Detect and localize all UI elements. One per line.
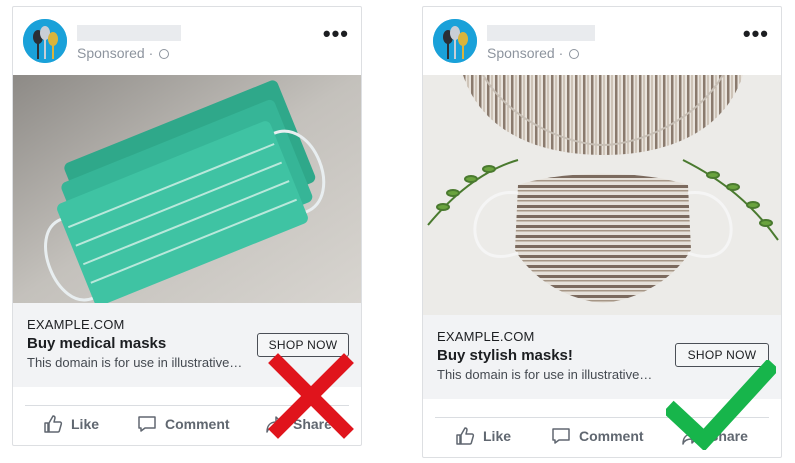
ad-image-stylish-masks[interactable]: [423, 75, 781, 315]
sponsored-label: Sponsored ·: [77, 45, 170, 61]
page-avatar[interactable]: [433, 19, 477, 63]
page-avatar[interactable]: [23, 19, 67, 63]
spoons-logo-icon: [433, 19, 477, 63]
comment-label: Comment: [165, 416, 230, 432]
comment-button[interactable]: Comment: [137, 406, 230, 442]
globe-icon: [569, 49, 580, 59]
ad-image-medical-masks[interactable]: [13, 75, 361, 303]
sponsored-label: Sponsored ·: [487, 45, 580, 61]
comment-bubble-icon: [552, 428, 570, 444]
spoons-logo-icon: [23, 19, 67, 63]
more-dots-icon[interactable]: •••: [323, 23, 349, 45]
green-check-icon: [666, 360, 776, 450]
like-label: Like: [483, 428, 512, 444]
like-label: Like: [71, 416, 100, 432]
thumbs-up-icon: [456, 427, 475, 445]
post-header: Sponsored · •••: [13, 7, 361, 75]
link-domain: EXAMPLE.COM: [27, 317, 125, 332]
link-description: This domain is for use in illustrative…: [27, 355, 243, 370]
link-headline: Buy medical masks: [27, 335, 167, 352]
link-headline: Buy stylish masks!: [437, 347, 573, 364]
like-button[interactable]: Like: [43, 406, 99, 442]
comment-label: Comment: [579, 428, 644, 444]
link-description: This domain is for use in illustrative…: [437, 367, 653, 382]
comment-bubble-icon: [138, 416, 156, 432]
link-domain: EXAMPLE.COM: [437, 329, 535, 344]
post-header: Sponsored · •••: [423, 7, 781, 75]
red-x-icon: [268, 353, 354, 439]
page-name-redacted[interactable]: [77, 25, 181, 41]
thumbs-up-icon: [44, 415, 63, 433]
page-name-redacted[interactable]: [487, 25, 595, 41]
comment-button[interactable]: Comment: [551, 418, 644, 454]
more-dots-icon[interactable]: •••: [743, 23, 769, 45]
globe-icon: [159, 49, 170, 59]
like-button[interactable]: Like: [455, 418, 511, 454]
